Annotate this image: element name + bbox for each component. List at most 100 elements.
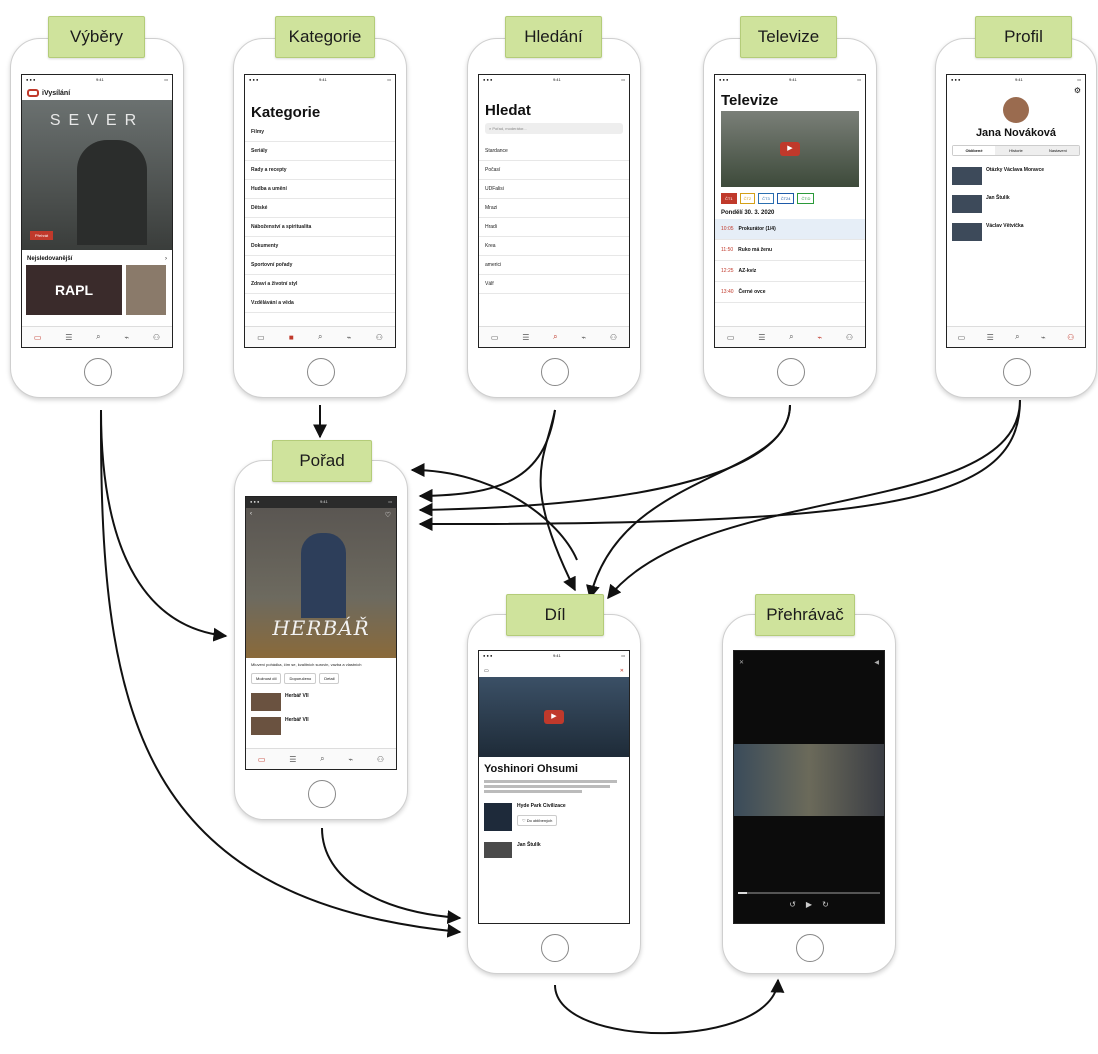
tab-categories-icon[interactable]: ☰ [987, 333, 994, 342]
profile-list-item[interactable]: Otázky Václava Moravce [947, 162, 1085, 190]
tab-home-icon[interactable]: ▭ [491, 333, 499, 342]
play-button[interactable]: Přehrát [30, 231, 54, 240]
search-result-item[interactable]: Hradi [479, 218, 629, 237]
tab-profile-icon[interactable]: ⚇ [1067, 333, 1074, 342]
category-item[interactable]: Rady a recepty [245, 161, 395, 180]
play-icon[interactable]: ▶ [806, 900, 812, 909]
tab-search-icon[interactable]: ⌕ [318, 332, 322, 342]
channel-tab[interactable]: ČT2 [739, 193, 756, 204]
profile-tab[interactable]: Historie [995, 146, 1037, 155]
gear-icon[interactable]: ⚙ [947, 86, 1085, 95]
related-item[interactable]: Jan Štulík [479, 839, 629, 861]
player-video[interactable] [734, 744, 884, 816]
tab-categories-icon[interactable]: ☰ [289, 755, 296, 764]
schedule-item[interactable]: 13:40 Černé ovce [715, 282, 865, 303]
home-button[interactable] [308, 780, 336, 808]
search-input[interactable]: ⌕ Pořad, moderátor... [485, 123, 623, 134]
progress-bar[interactable] [738, 892, 880, 894]
volume-icon[interactable]: ◀ [874, 659, 879, 666]
home-button[interactable] [777, 358, 805, 386]
tab-search-icon[interactable]: ⌕ [96, 332, 100, 342]
tab-home-icon[interactable]: ▭ [257, 333, 265, 342]
channel-tab[interactable]: ČT1 [721, 193, 737, 204]
profile-list-item[interactable]: Václav Větvička [947, 218, 1085, 246]
tab-home-icon[interactable]: ▭ [258, 755, 266, 764]
close-icon[interactable]: ✕ [739, 659, 744, 666]
tab-categories-icon[interactable]: ☰ [65, 333, 72, 342]
tab-search-icon[interactable]: ⌕ [789, 332, 793, 342]
tab-search-icon[interactable]: ⌕ [553, 332, 557, 342]
tab-home-icon[interactable]: ▭ [958, 333, 966, 342]
schedule-item[interactable]: 10:05 Prokurátor (1/4) [715, 219, 865, 240]
tab-tv-icon[interactable]: ⌁ [347, 333, 352, 342]
tab-search-icon[interactable]: ⌕ [320, 754, 324, 764]
close-icon[interactable]: ✕ [620, 668, 624, 674]
category-item[interactable]: Náboženství a spiritualita [245, 218, 395, 237]
tab-tv-icon[interactable]: ⌁ [581, 333, 586, 342]
thumbnail-item[interactable] [126, 265, 166, 315]
tab-tv-icon[interactable]: ⌁ [348, 755, 353, 764]
tab-tv-icon[interactable]: ⌁ [817, 333, 822, 342]
thumbnail-item[interactable]: RAPL [26, 265, 122, 315]
tab-profile-icon[interactable]: ⚇ [153, 333, 160, 342]
tab-home-icon[interactable]: ▭ [34, 333, 42, 342]
live-video[interactable]: ▶ [721, 111, 859, 187]
home-button[interactable] [796, 934, 824, 962]
category-item[interactable]: Vzdělávání a věda [245, 294, 395, 313]
tab-tv-icon[interactable]: ⌁ [1041, 333, 1046, 342]
back-icon[interactable]: ‹ [250, 511, 252, 517]
tab-categories-icon[interactable]: ■ [289, 333, 294, 342]
show-action-button[interactable]: Detail [319, 673, 340, 684]
search-result-item[interactable]: Válf [479, 275, 629, 294]
category-item[interactable]: Zdraví a životní styl [245, 275, 395, 294]
tab-profile-icon[interactable]: ⚇ [376, 333, 383, 342]
rewind-icon[interactable]: ↺ [789, 900, 796, 909]
search-result-item[interactable]: americi [479, 256, 629, 275]
home-button[interactable] [541, 934, 569, 962]
home-button[interactable] [307, 358, 335, 386]
chevron-right-icon[interactable]: › [165, 256, 167, 262]
tab-profile-icon[interactable]: ⚇ [377, 755, 384, 764]
airplay-icon[interactable]: ▭ [484, 668, 489, 674]
tab-categories-icon[interactable]: ☰ [522, 333, 529, 342]
profile-tab[interactable]: Nastavení [1037, 146, 1079, 155]
category-item[interactable]: Dokumenty [245, 237, 395, 256]
tab-categories-icon[interactable]: ☰ [758, 333, 765, 342]
tab-search-icon[interactable]: ⌕ [1015, 332, 1019, 342]
category-item[interactable]: Filmy [245, 123, 395, 142]
follow-button[interactable]: ♡ Do oblíbených [517, 815, 558, 826]
search-result-item[interactable]: Stardance [479, 142, 629, 161]
forward-icon[interactable]: ↻ [822, 900, 829, 909]
schedule-item[interactable]: 12:25 AZ-kvíz [715, 261, 865, 282]
play-icon[interactable]: ▶ [544, 710, 564, 724]
schedule-item[interactable]: 11:50 Ruko má ženu [715, 240, 865, 261]
episode-item[interactable]: Herbář VII [246, 714, 396, 738]
tab-home-icon[interactable]: ▭ [727, 333, 735, 342]
heart-icon[interactable]: ♡ [385, 511, 391, 519]
category-item[interactable]: Hudba a umění [245, 180, 395, 199]
home-button[interactable] [1003, 358, 1031, 386]
home-button[interactable] [541, 358, 569, 386]
profile-list-item[interactable]: Jan Štulík [947, 190, 1085, 218]
program-card[interactable]: Hyde Park Civilizace ♡ Do oblíbených [479, 795, 629, 839]
category-item[interactable]: Seriály [245, 142, 395, 161]
channel-tab[interactable]: ČT:D [797, 193, 815, 204]
channel-tab[interactable]: ČT24 [776, 193, 795, 204]
show-action-button[interactable]: Možnost díl [251, 673, 282, 684]
show-action-button[interactable]: Doporučeno [284, 673, 317, 684]
tab-profile-icon[interactable]: ⚇ [610, 333, 617, 342]
episode-item[interactable]: Herbář VII [246, 690, 396, 714]
episode-video[interactable]: ▶ [479, 677, 629, 757]
hero-banner[interactable]: SEVER Přehrát [22, 100, 172, 250]
category-item[interactable]: Sportovní pořady [245, 256, 395, 275]
profile-tab[interactable]: Oblíbené [953, 146, 995, 155]
tab-profile-icon[interactable]: ⚇ [846, 333, 853, 342]
search-result-item[interactable]: Krea [479, 237, 629, 256]
search-result-item[interactable]: UDFalisi [479, 180, 629, 199]
category-item[interactable]: Dětské [245, 199, 395, 218]
play-icon[interactable]: ▶ [780, 142, 800, 156]
search-result-item[interactable]: Počasí [479, 161, 629, 180]
tab-tv-icon[interactable]: ⌁ [124, 333, 129, 342]
search-result-item[interactable]: Mrazi [479, 199, 629, 218]
channel-tab[interactable]: ČT3 [758, 193, 774, 204]
